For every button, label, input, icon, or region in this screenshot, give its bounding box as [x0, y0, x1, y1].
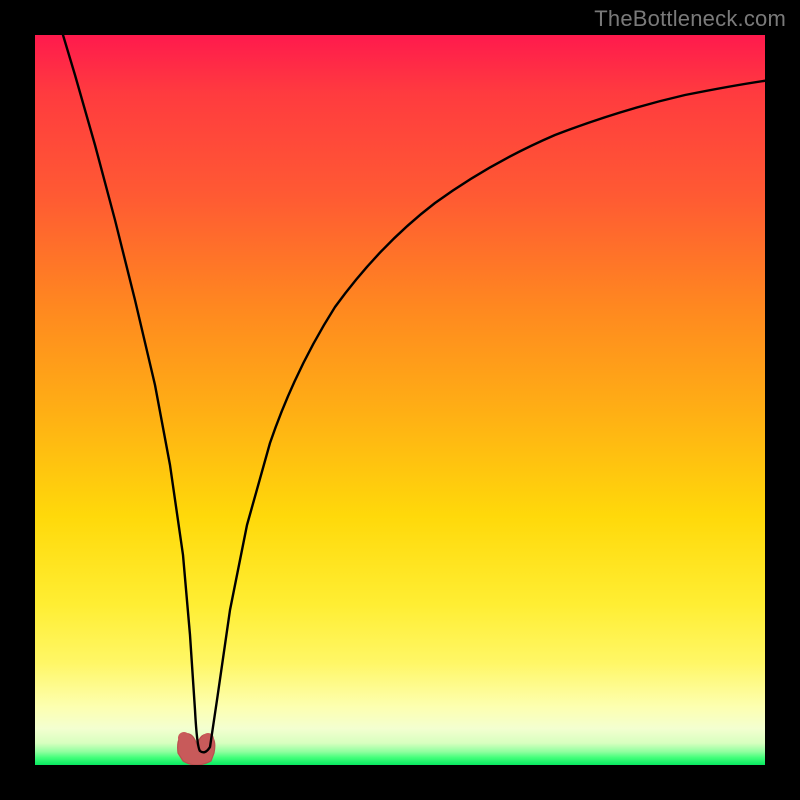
chart-frame: TheBottleneck.com	[0, 0, 800, 800]
watermark-text: TheBottleneck.com	[594, 6, 786, 32]
bottleneck-curve	[60, 35, 765, 752]
curve-layer	[35, 35, 765, 765]
plot-area	[35, 35, 765, 765]
